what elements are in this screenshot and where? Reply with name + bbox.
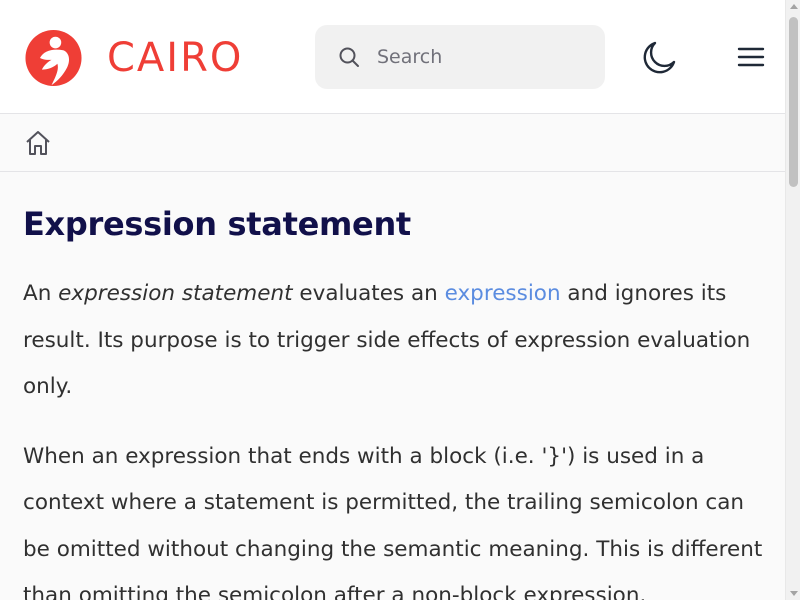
- breadcrumb: [0, 114, 785, 172]
- text-span: evaluates an: [292, 281, 445, 306]
- main-content: Expression statement An expression state…: [23, 172, 763, 600]
- moon-icon: [643, 41, 676, 74]
- scroll-up-arrow-icon[interactable]: [790, 4, 798, 9]
- page-title: Expression statement: [23, 205, 411, 243]
- cairo-logo-link[interactable]: CAIRO: [24, 29, 269, 87]
- search-icon: [339, 47, 359, 67]
- logo-text: CAIRO: [107, 35, 244, 81]
- scroll-down-arrow-icon[interactable]: [790, 591, 798, 596]
- emphasis-text: expression statement: [58, 281, 293, 306]
- expression-link[interactable]: expression: [445, 281, 561, 306]
- theme-toggle-button[interactable]: [640, 38, 678, 76]
- cairo-logo-icon: [25, 29, 82, 87]
- text-span: An: [23, 281, 59, 306]
- menu-button[interactable]: [733, 40, 769, 74]
- search-input[interactable]: [377, 39, 587, 75]
- home-icon: [26, 131, 50, 155]
- intro-paragraph: An expression statement evaluates an exp…: [23, 271, 763, 411]
- search-box[interactable]: [315, 25, 605, 89]
- vertical-scrollbar[interactable]: [785, 0, 800, 600]
- block-expression-paragraph: When an expression that ends with a bloc…: [23, 443, 763, 600]
- site-header: CAIRO: [0, 0, 785, 114]
- hamburger-menu-icon: [737, 47, 765, 67]
- breadcrumb-home-link[interactable]: [24, 129, 52, 157]
- page: CAIRO Search Expression statement An exp…: [0, 0, 785, 600]
- scrollbar-thumb[interactable]: [789, 17, 798, 187]
